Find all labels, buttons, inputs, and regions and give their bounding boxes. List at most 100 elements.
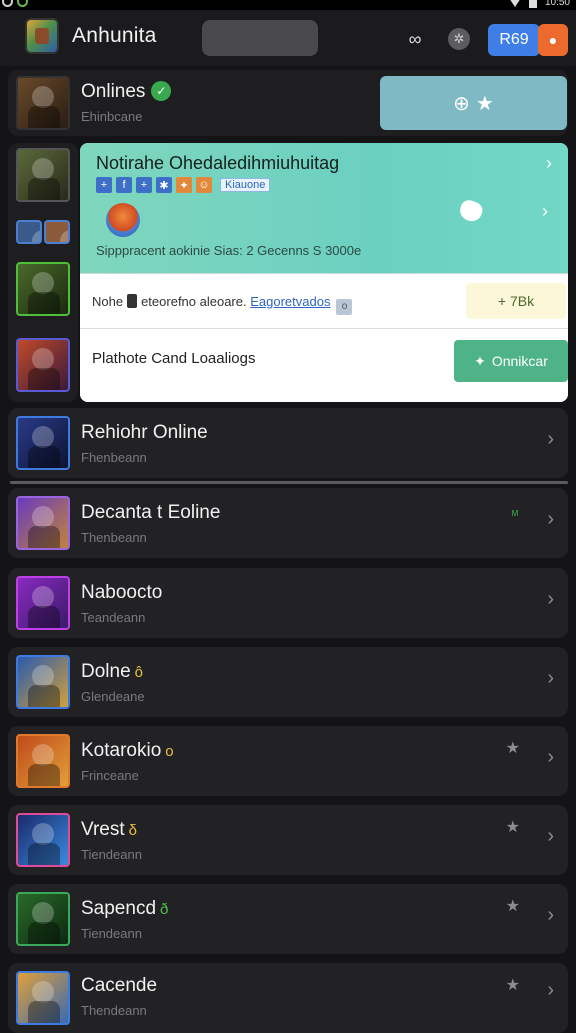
player-avatar — [106, 203, 140, 237]
link-icon[interactable]: ∞ — [404, 28, 426, 50]
search-input[interactable] — [202, 20, 318, 56]
app-header: Anhunita ∞ ✲ R69 ● — [0, 10, 576, 66]
status-notification-icons — [2, 0, 28, 7]
level-badge-button[interactable]: R69 — [488, 24, 540, 56]
add-favorite-button[interactable]: ⊕ ★ — [380, 76, 567, 130]
game-thumbnail[interactable] — [16, 148, 70, 202]
card-title: Sapencd ð — [81, 898, 169, 919]
plus-icon: + — [497, 293, 510, 309]
notification-icon — [2, 0, 13, 7]
card-title: Cacende — [81, 975, 158, 996]
card-title: Decanta t Eoline — [81, 502, 221, 523]
status-tag: ð — [160, 901, 169, 918]
chevron-right-icon[interactable]: › — [547, 904, 554, 927]
battery-icon — [528, 0, 537, 8]
notification-row: Nohe eteorefno aleoare. Eagoretvados o + 7… — [80, 273, 568, 329]
card-title: Rehiohr Online — [81, 422, 208, 443]
game-card[interactable]: Naboocto Teandeann › — [8, 568, 568, 638]
profile-avatar[interactable]: ● — [538, 24, 568, 56]
platform-icon: + — [136, 177, 152, 193]
info-icon[interactable]: o — [336, 299, 353, 315]
status-indicators: 10:50 — [508, 0, 570, 8]
notification-message: Nohe eteorefno aleoare. Eagoretvados o — [92, 294, 353, 315]
platform-icon: + — [96, 177, 112, 193]
facebook-icon: f — [116, 177, 132, 193]
status-tag: ô — [134, 664, 143, 681]
game-thumbnail[interactable] — [16, 262, 70, 316]
notification-link[interactable]: Eagoretvados — [250, 294, 330, 309]
platform-icon: ✦ — [176, 177, 192, 193]
star-icon[interactable]: ★ — [506, 738, 520, 758]
notification-message: Plathote Cand Loaaliogs — [92, 350, 256, 367]
sparkle-icon: ✦ — [474, 352, 486, 369]
chat-bubble-icon[interactable] — [457, 197, 485, 225]
card-subtitle: Thenbeann — [81, 530, 147, 545]
notification-row: Plathote Cand Loaaliogs ✦ Onnikcar — [80, 330, 568, 402]
game-thumbnail[interactable] — [16, 338, 70, 392]
card-subtitle: Glendeane — [81, 689, 145, 704]
mini-thumbnail[interactable] — [16, 220, 42, 244]
zoom-add-icon: ⊕ — [453, 92, 470, 115]
game-card[interactable]: Kotarokio o Frinceane ★ › — [8, 726, 568, 796]
lock-icon — [127, 294, 138, 308]
status-time: 10:50 — [544, 0, 570, 8]
connect-button[interactable]: ✦ Onnikcar — [454, 340, 568, 382]
game-card[interactable]: Cacende Thendeann ★ › — [8, 963, 568, 1033]
game-thumbnail — [16, 813, 70, 867]
chevron-right-icon[interactable]: › — [547, 825, 554, 848]
emoji-icon: ☺ — [196, 177, 212, 193]
online-status-icon: ✓ — [151, 81, 172, 101]
chevron-right-icon[interactable]: › — [547, 979, 554, 1002]
card-subtitle: Thendeann — [81, 1003, 147, 1018]
notification-stats: Sipppracent aokinie Sias: 2 Gecenns S 30… — [96, 243, 362, 258]
gear-icon[interactable]: ✲ — [448, 28, 470, 50]
card-subtitle: Ehinbcane — [81, 109, 143, 124]
card-subtitle: Tiendeann — [81, 847, 142, 862]
chevron-right-icon[interactable]: › — [547, 746, 554, 769]
game-thumbnail — [16, 892, 70, 946]
status-bar: 10:50 — [0, 0, 576, 10]
game-card[interactable]: Rehiohr Online Fhenbeann › — [8, 408, 568, 478]
card-subtitle: Teandeann — [81, 610, 146, 625]
points-button[interactable]: + 7Bk — [466, 283, 566, 319]
card-subtitle: Tiendeann — [81, 926, 142, 941]
game-card[interactable]: Sapencd ð Tiendeann ★ › — [8, 884, 568, 954]
card-title: Onlines ✓ — [81, 81, 172, 103]
star-icon: ★ — [475, 92, 494, 115]
platform-icons: + f + ✱ ✦ ☺ Kiauone — [96, 177, 271, 193]
game-thumbnail — [16, 655, 70, 709]
card-subtitle: Fhenbeann — [81, 450, 147, 465]
game-thumbnail — [16, 416, 70, 470]
card-title: Naboocto — [81, 582, 163, 603]
status-tag: δ — [128, 822, 137, 839]
game-thumbnail — [16, 76, 70, 130]
chevron-right-icon[interactable]: › — [542, 201, 548, 222]
platform-tag: Kiauone — [220, 178, 271, 192]
game-thumbnail — [16, 734, 70, 788]
card-subtitle: Frinceane — [81, 768, 139, 783]
card-title: Kotarokio o — [81, 740, 174, 761]
star-icon[interactable]: ★ — [506, 975, 520, 995]
chevron-right-icon[interactable]: › — [547, 667, 554, 690]
chevron-right-icon[interactable]: › — [546, 153, 552, 174]
game-card[interactable]: Dolne ô Glendeane › — [8, 647, 568, 717]
notification-panel: Notirahe Ohedaledihmiuhuitag + f + ✱ ✦ ☺… — [80, 143, 568, 402]
section-divider — [10, 481, 568, 484]
game-thumbnail — [16, 576, 70, 630]
game-card[interactable]: Decanta t Eoline Thenbeann ᴹ › — [8, 488, 568, 558]
chevron-right-icon[interactable]: › — [547, 428, 554, 451]
chevron-right-icon[interactable]: › — [547, 588, 554, 611]
card-title: Vrest δ — [81, 819, 137, 840]
notification-header[interactable]: Notirahe Ohedaledihmiuhuitag + f + ✱ ✦ ☺… — [80, 143, 568, 273]
chevron-right-icon[interactable]: › — [547, 508, 554, 531]
star-icon[interactable]: ★ — [506, 817, 520, 837]
app-title: Anhunita — [72, 24, 157, 47]
platform-icon: ✱ — [156, 177, 172, 193]
star-icon[interactable]: ★ — [506, 896, 520, 916]
card-title: Dolne ô — [81, 661, 143, 682]
game-card[interactable]: Vrest δ Tiendeann ★ › — [8, 805, 568, 875]
app-logo[interactable] — [25, 18, 59, 54]
game-thumbnail — [16, 971, 70, 1025]
mini-thumbnail[interactable] — [44, 220, 70, 244]
wifi-icon — [508, 0, 521, 7]
